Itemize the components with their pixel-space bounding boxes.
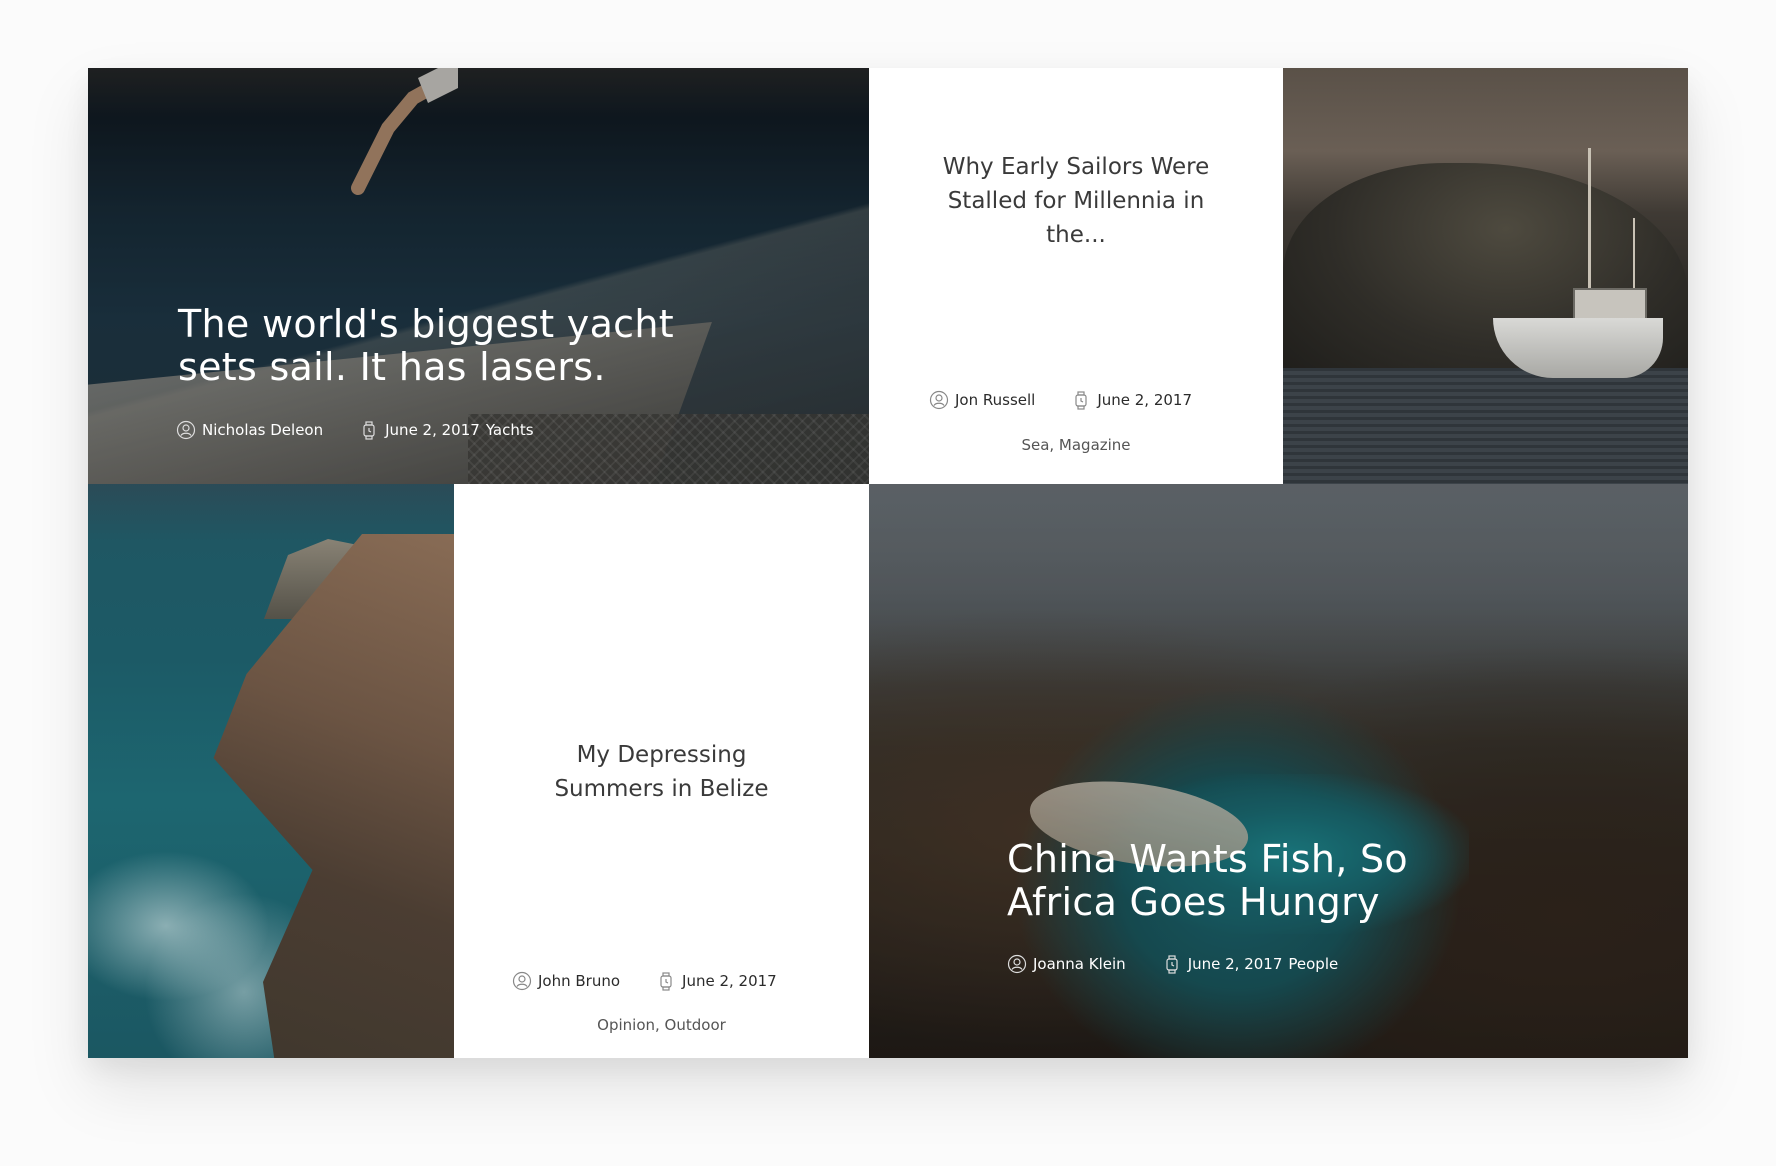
post-author[interactable]: Jon Russell [955, 391, 1035, 409]
post-card-belize[interactable]: My Depressing Summers in Belize John Bru… [454, 484, 869, 1058]
blog-grid: The world's biggest yacht sets sail. It … [88, 68, 1688, 1058]
post-title[interactable]: Why Early Sailors Were Stalled for Mille… [931, 150, 1221, 252]
post-author[interactable]: John Bruno [538, 972, 620, 990]
watch-icon [1166, 955, 1178, 974]
post-date: June 2, 2017 [1097, 391, 1193, 409]
cliff-image [88, 484, 454, 1058]
post-meta: Joanna Klein June 2, 2017 People [1007, 954, 1338, 974]
user-circle-icon [1007, 954, 1027, 974]
watch-icon [660, 972, 672, 991]
post-meta: Nicholas Deleon June 2, 2017 Yachts [176, 420, 534, 440]
post-author[interactable]: Nicholas Deleon [202, 421, 323, 439]
post-meta: Jon Russell June 2, 2017 [929, 390, 1192, 410]
post-category[interactable]: People [1288, 955, 1338, 973]
post-category[interactable]: Yachts [486, 421, 534, 439]
user-circle-icon [929, 390, 949, 410]
post-card-sailors[interactable]: Why Early Sailors Were Stalled for Mille… [869, 68, 1283, 484]
post-card-yacht[interactable]: The world's biggest yacht sets sail. It … [88, 68, 869, 484]
post-author[interactable]: Joanna Klein [1033, 955, 1126, 973]
user-circle-icon [176, 420, 196, 440]
post-card-china[interactable]: China Wants Fish, So Africa Goes Hungry … [869, 484, 1688, 1058]
post-date: June 2, 2017 [682, 972, 777, 990]
post-date: June 2, 2017 [385, 421, 480, 439]
post-tags[interactable]: Sea, Magazine [869, 436, 1283, 454]
post-title[interactable]: My Depressing Summers in Belize [532, 738, 792, 806]
post-date: June 2, 2017 [1187, 955, 1283, 973]
post-tags[interactable]: Opinion, Outdoor [454, 1016, 869, 1034]
boat-image [1283, 68, 1688, 484]
watch-icon [1075, 391, 1087, 410]
user-circle-icon [512, 971, 532, 991]
watch-icon [363, 421, 375, 440]
post-title[interactable]: China Wants Fish, So Africa Goes Hungry [1007, 838, 1457, 924]
post-meta: John Bruno June 2, 2017 [512, 971, 777, 991]
post-title[interactable]: The world's biggest yacht sets sail. It … [178, 303, 738, 389]
